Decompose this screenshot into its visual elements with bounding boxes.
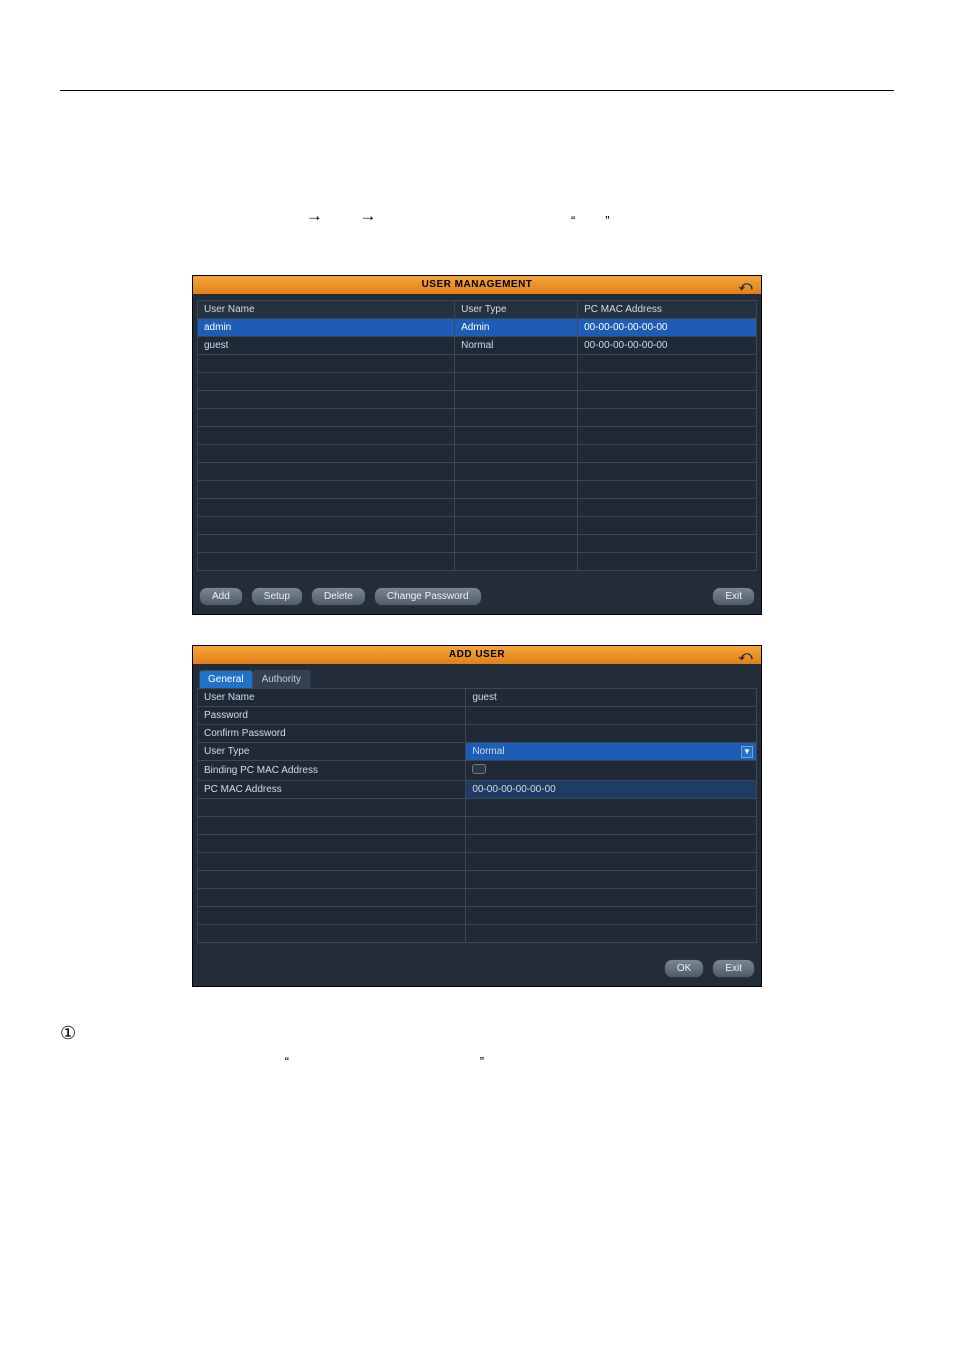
table-row: [198, 516, 757, 534]
table-row: [198, 372, 757, 390]
delete-button[interactable]: Delete: [311, 587, 366, 606]
row-user-type: User Type Normal ▼: [198, 742, 757, 760]
col-mac: PC MAC Address: [578, 300, 757, 318]
exit-button[interactable]: Exit: [712, 959, 755, 978]
chevron-down-icon: ▼: [741, 746, 753, 758]
label-user-type: User Type: [198, 742, 466, 760]
table-row: [198, 834, 757, 852]
col-user-name: User Name: [198, 300, 455, 318]
row-confirm-password: Confirm Password: [198, 724, 757, 742]
row-password: Password: [198, 706, 757, 724]
table-row: [198, 870, 757, 888]
window-titlebar: USER MANAGEMENT ⤺: [193, 276, 761, 294]
step-one-icon: ①: [60, 1017, 76, 1049]
user-name-field[interactable]: guest: [466, 688, 757, 706]
label-user-name: User Name: [198, 688, 466, 706]
checkbox-icon: [472, 764, 486, 774]
row-mac: PC MAC Address 00-00-00-00-00-00: [198, 780, 757, 798]
label-binding-mac: Binding PC MAC Address: [198, 760, 466, 780]
tab-authority[interactable]: Authority: [253, 670, 310, 688]
open-quote: “: [571, 209, 575, 232]
window-title: USER MANAGEMENT: [422, 279, 533, 290]
table-row: [198, 426, 757, 444]
table-row: [198, 534, 757, 552]
change-password-button[interactable]: Change Password: [374, 587, 482, 606]
back-icon[interactable]: ⤺: [739, 278, 753, 294]
table-row: [198, 408, 757, 426]
table-row: [198, 852, 757, 870]
add-button[interactable]: Add: [199, 587, 243, 606]
window-titlebar: ADD USER ⤺: [193, 646, 761, 664]
tab-general[interactable]: General: [199, 670, 253, 688]
row-binding-mac: Binding PC MAC Address: [198, 760, 757, 780]
window-title: ADD USER: [449, 649, 505, 660]
arrow-icon: →: [306, 206, 323, 225]
table-row[interactable]: guestNormal00-00-00-00-00-00: [198, 336, 757, 354]
row-user-name: User Name guest: [198, 688, 757, 706]
table-row: [198, 462, 757, 480]
table-row: [198, 906, 757, 924]
table-row[interactable]: adminAdmin00-00-00-00-00-00: [198, 318, 757, 336]
exit-button[interactable]: Exit: [712, 587, 755, 606]
table-row: [198, 924, 757, 942]
label-confirm-password: Confirm Password: [198, 724, 466, 742]
table-row: [198, 888, 757, 906]
user-management-window: USER MANAGEMENT ⤺ User Name User Type PC…: [192, 275, 762, 615]
table-row: [198, 444, 757, 462]
table-row: [198, 498, 757, 516]
open-quote: “: [285, 1054, 289, 1069]
table-row: [198, 552, 757, 570]
back-icon[interactable]: ⤺: [739, 648, 753, 664]
ok-button[interactable]: OK: [664, 959, 704, 978]
table-row: [198, 354, 757, 372]
user-type-select[interactable]: Normal ▼: [466, 742, 757, 760]
arrow-icon: →: [359, 206, 376, 225]
binding-mac-checkbox[interactable]: [466, 760, 757, 780]
add-user-window: ADD USER ⤺ General Authority User Name g…: [192, 645, 762, 987]
table-row: [198, 816, 757, 834]
confirm-password-field[interactable]: [466, 724, 757, 742]
label-mac: PC MAC Address: [198, 780, 466, 798]
table-row: [198, 798, 757, 816]
mac-field[interactable]: 00-00-00-00-00-00: [466, 780, 757, 798]
add-user-form: User Name guest Password Confirm Passwor…: [197, 688, 757, 943]
close-quote: ”: [605, 209, 609, 232]
label-password: Password: [198, 706, 466, 724]
close-quote: ”: [480, 1054, 484, 1069]
users-table: User Name User Type PC MAC Address admin…: [197, 300, 757, 571]
password-field[interactable]: [466, 706, 757, 724]
table-row: [198, 480, 757, 498]
table-row: [198, 390, 757, 408]
col-user-type: User Type: [455, 300, 578, 318]
setup-button[interactable]: Setup: [251, 587, 303, 606]
